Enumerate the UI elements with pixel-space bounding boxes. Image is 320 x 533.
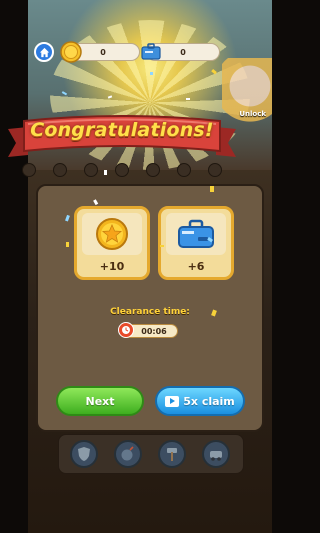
confetti: [61, 68, 217, 317]
